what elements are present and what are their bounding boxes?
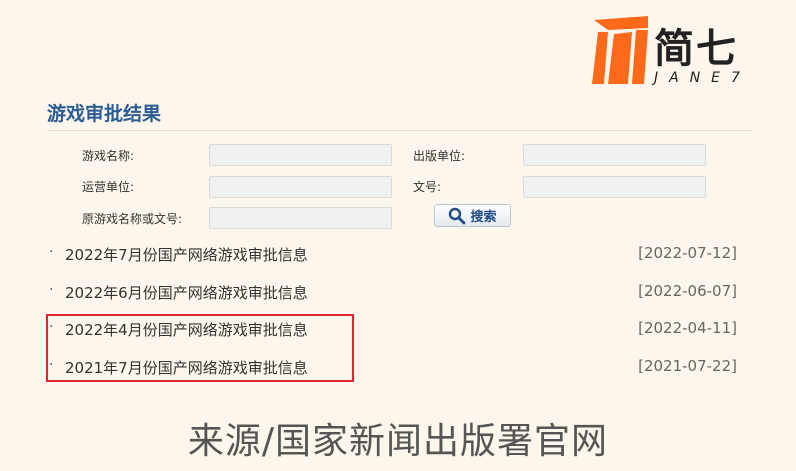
news-item-title[interactable]: 2022年6月份国产网络游戏审批信息	[65, 282, 308, 303]
highlight-box	[46, 314, 354, 382]
page-title: 游戏审批结果	[47, 103, 162, 125]
magnifier-icon	[449, 207, 466, 224]
search-button[interactable]: 搜索	[434, 204, 511, 227]
logo-chinese-text: 简七	[654, 26, 738, 72]
search-button-label: 搜索	[470, 210, 497, 225]
news-item-title[interactable]: 2022年7月份国产网络游戏审批信息	[65, 244, 308, 265]
list-bullet: ·	[49, 282, 54, 298]
logo-english-text: JANE7	[654, 70, 751, 86]
news-item-date: [2021-07-22]	[638, 357, 737, 375]
news-item-date: [2022-07-12]	[638, 244, 737, 262]
logo-mark-icon	[592, 16, 648, 84]
game-name-input[interactable]	[209, 144, 392, 166]
game-name-label: 游戏名称:	[82, 149, 135, 163]
original-name-label: 原游戏名称或文号:	[82, 212, 183, 226]
original-name-input[interactable]	[209, 207, 392, 229]
news-item-date: [2022-04-11]	[638, 319, 737, 337]
source-caption: 来源/国家新闻出版署官网	[187, 421, 609, 462]
doc-number-input[interactable]	[523, 176, 706, 198]
operator-input[interactable]	[209, 176, 392, 198]
publisher-label: 出版单位:	[413, 149, 466, 163]
operator-label: 运营单位:	[82, 180, 135, 194]
title-divider	[47, 130, 752, 131]
list-bullet: ·	[49, 244, 54, 260]
news-item[interactable]: · 2022年7月份国产网络游戏审批信息 [2022-07-12]	[47, 244, 737, 268]
publisher-input[interactable]	[523, 144, 706, 166]
news-item[interactable]: · 2022年6月份国产网络游戏审批信息 [2022-06-07]	[47, 282, 737, 306]
news-item-date: [2022-06-07]	[638, 282, 737, 300]
doc-number-label: 文号:	[413, 180, 442, 194]
brand-logo: 简七 JANE7	[586, 12, 756, 90]
